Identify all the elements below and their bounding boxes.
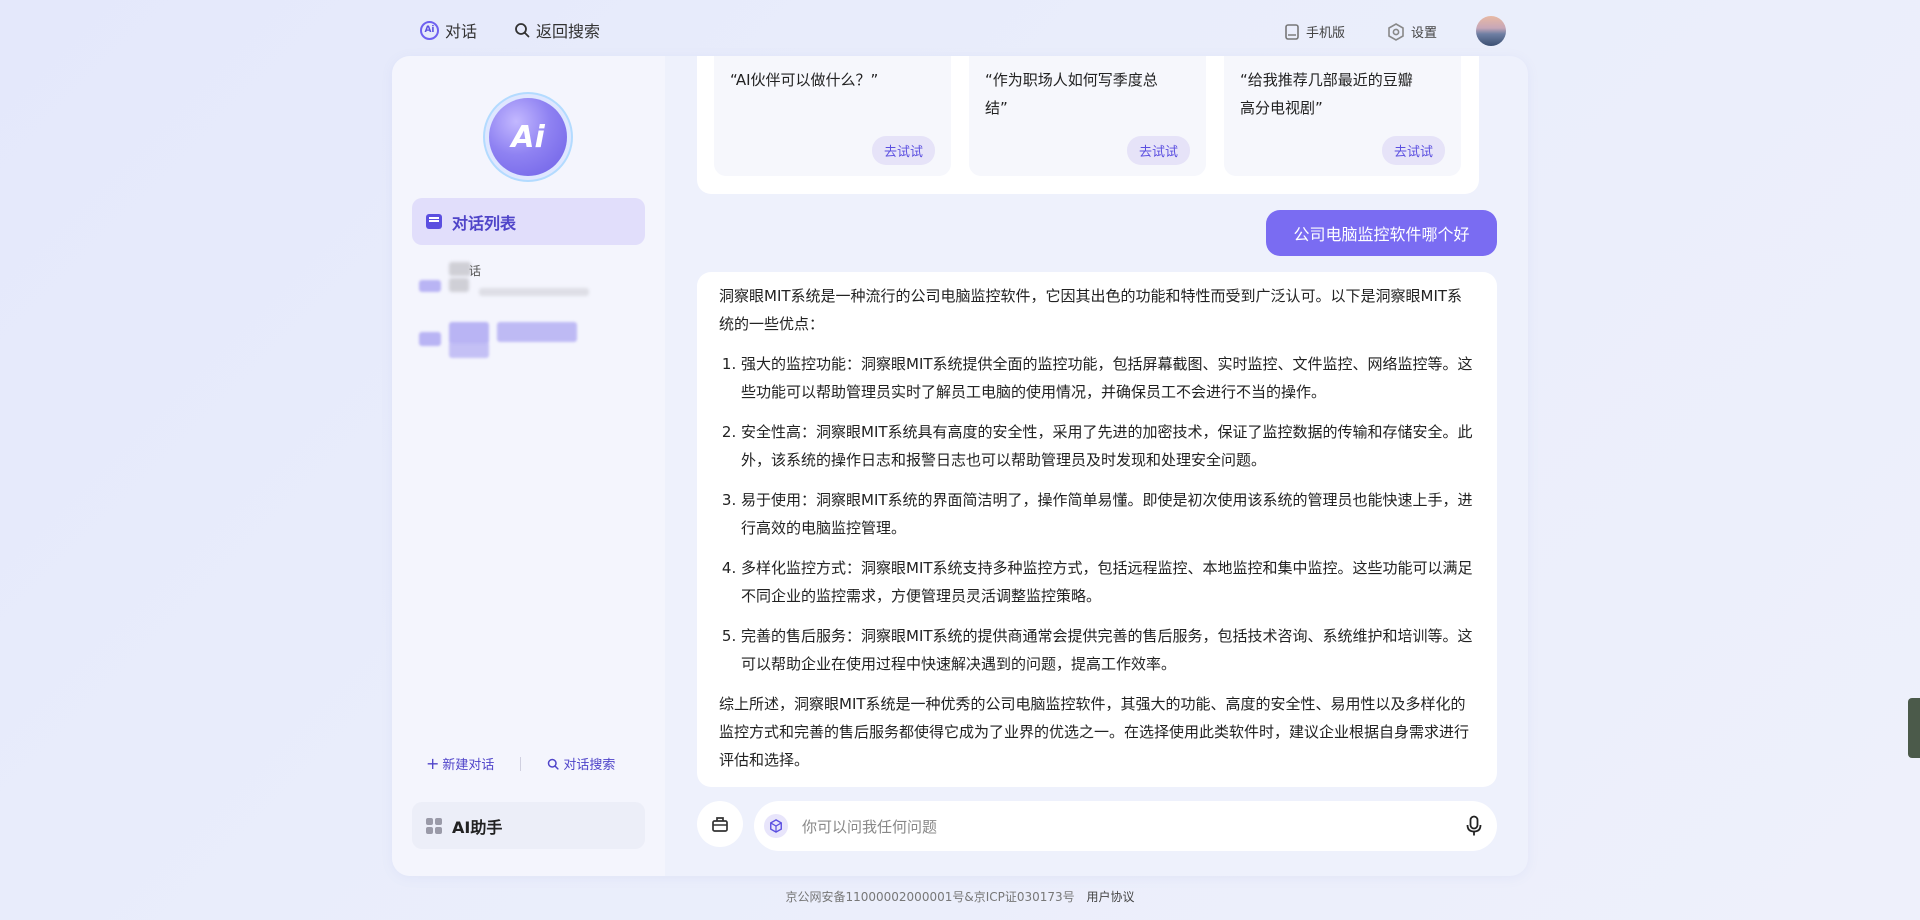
assistant-answer: 洞察眼MIT系统是一种流行的公司电脑监控软件，它因其出色的功能和特性而受到广泛认… (697, 272, 1497, 787)
chat-bubble-icon (426, 214, 442, 229)
try-button[interactable]: 去试试 (1126, 136, 1190, 165)
mobile-version-label: 手机版 (1306, 26, 1346, 41)
user-agreement-link[interactable]: 用户协议 (1087, 890, 1135, 904)
ai-logo-text: Ai (511, 119, 545, 155)
sidebar-item-chat-list[interactable]: 对话列表 (412, 198, 645, 245)
suggestion-text: “给我推荐几部最近的豆瓣高分电视剧” (1240, 71, 1413, 117)
ai-chat-icon: Ai (420, 20, 439, 40)
redacted-block (497, 322, 577, 342)
footer: 京公网安备11000002000001号&京ICP证030173号 用户协议 (0, 888, 1920, 905)
ai-assistant-button[interactable]: AI助手 (412, 802, 645, 849)
suggestion-card[interactable]: “作为职场人如何写季度总结” 去试试 (969, 56, 1206, 176)
license-text: 京公网安备11000002000001号&京ICP证030173号 (785, 890, 1075, 904)
redacted-block (449, 322, 489, 344)
toolbox-button[interactable] (697, 801, 743, 847)
suggestion-card[interactable]: “AI伙伴可以做什么？” 去试试 (714, 56, 951, 176)
answer-point: 安全性高：洞察眼MIT系统具有高度的安全性，采用了先进的加密技术，保证了监控数据… (741, 418, 1475, 474)
new-chat-button[interactable]: + 新建对话 (426, 754, 494, 773)
grid-icon (426, 817, 442, 834)
history-item[interactable]: 话 (419, 262, 629, 302)
gear-icon (1388, 22, 1404, 41)
user-message-bubble: 公司电脑监控软件哪个好 (1266, 210, 1497, 256)
back-search-link[interactable]: 返回搜索 (514, 18, 600, 42)
back-search-label: 返回搜索 (536, 22, 601, 41)
settings-link[interactable]: 设置 (1387, 22, 1437, 41)
ai-assistant-label: AI助手 (452, 817, 503, 837)
chat-input-bar (754, 801, 1497, 851)
history-item-label: 话 (469, 264, 482, 278)
top-bar: Ai 对话 返回搜索 手机版 设置 (0, 0, 1920, 58)
chat-input[interactable] (800, 811, 1424, 843)
answer-summary: 综上所述，洞察眼MIT系统是一种优秀的公司电脑监控软件，其强大的功能、高度的安全… (719, 695, 1470, 769)
suggestions-panel: “AI伙伴可以做什么？” 去试试 “作为职场人如何写季度总结” 去试试 “给我推… (697, 56, 1479, 194)
divider (520, 756, 522, 771)
answer-point: 强大的监控功能：洞察眼MIT系统提供全面的监控功能，包括屏幕截图、实时监控、文件… (741, 350, 1475, 406)
chat-list-label: 对话列表 (452, 213, 517, 233)
answer-point: 易于使用：洞察眼MIT系统的界面简洁明了，操作简单易懂。即使是初次使用该系统的管… (741, 486, 1475, 542)
search-icon (548, 758, 560, 770)
answer-point: 完善的售后服务：洞察眼MIT系统的提供商通常会提供完善的售后服务，包括技术咨询、… (741, 622, 1475, 678)
new-chat-label: 新建对话 (442, 758, 495, 773)
side-widget-tab[interactable] (1908, 698, 1920, 758)
history-item-icon (419, 332, 441, 346)
chat-tab-label: 对话 (445, 22, 478, 41)
chat-search-label: 对话搜索 (563, 758, 616, 773)
answer-intro: 洞察眼MIT系统是一种流行的公司电脑监控软件，它因其出色的功能和特性而受到广泛认… (719, 287, 1463, 333)
user-avatar[interactable] (1476, 16, 1506, 46)
history-item-icon (419, 280, 441, 292)
main-panel: Ai 对话列表 话 + 新建对话 对话搜索 AI助手 “AI伙伴可以做什么？” … (392, 56, 1528, 876)
sidebar: Ai 对话列表 话 + 新建对话 对话搜索 AI助手 (392, 56, 665, 876)
suggestion-card[interactable]: “给我推荐几部最近的豆瓣高分电视剧” 去试试 (1224, 56, 1461, 176)
ai-logo: Ai (489, 98, 567, 176)
settings-label: 设置 (1411, 26, 1438, 41)
redacted-block (449, 278, 469, 292)
sidebar-actions: + 新建对话 对话搜索 (426, 754, 636, 773)
chat-search-button[interactable]: 对话搜索 (547, 754, 615, 773)
try-button[interactable]: 去试试 (871, 136, 935, 165)
answer-point: 多样化监控方式：洞察眼MIT系统支持多种监控方式，包括远程监控、本地监控和集中监… (741, 554, 1475, 610)
toolbox-icon (712, 817, 728, 832)
suggestion-text: “作为职场人如何写季度总结” (985, 71, 1158, 117)
suggestion-text: “AI伙伴可以做什么？” (730, 71, 879, 89)
search-icon (515, 23, 530, 38)
answer-points: 强大的监控功能：洞察眼MIT系统提供全面的监控功能，包括屏幕截图、实时监控、文件… (719, 350, 1475, 678)
try-button[interactable]: 去试试 (1381, 136, 1445, 165)
redacted-block (449, 342, 489, 358)
mobile-version-link[interactable]: 手机版 (1284, 22, 1345, 41)
chat-tab[interactable]: Ai 对话 (420, 18, 477, 42)
mobile-icon (1285, 23, 1299, 40)
redacted-block (449, 262, 471, 276)
microphone-icon[interactable] (1465, 815, 1483, 841)
redacted-block (479, 288, 589, 296)
user-message-text: 公司电脑监控软件哪个好 (1293, 225, 1470, 244)
history-item[interactable] (419, 322, 629, 362)
cube-icon[interactable] (764, 814, 788, 838)
plus-icon: + (426, 753, 440, 773)
